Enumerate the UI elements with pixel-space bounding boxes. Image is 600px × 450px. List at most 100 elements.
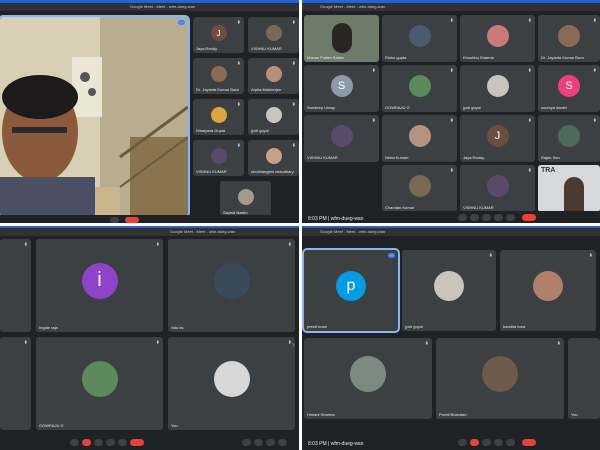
participant-name: Manas Pratim Saikia — [307, 55, 344, 60]
participant-tile[interactable]: ⇞ Dr. Jayanta Kumar Bora — [193, 58, 244, 94]
meet-window-top-right: Google Meet - Meet - wfm-dueg-wan Manas … — [300, 0, 600, 225]
camera-off-icon[interactable] — [82, 439, 91, 446]
participant-tile[interactable]: Manas Pratim Saikia — [304, 15, 379, 62]
avatar — [213, 360, 250, 397]
more-icon[interactable] — [506, 439, 515, 446]
participant-name: preeti bose — [307, 324, 327, 329]
participant-tile[interactable]: You — [568, 338, 600, 419]
participant-tile[interactable]: ⇞ VISHNU KUMAR — [304, 115, 379, 162]
more-icon[interactable]: ⋯ — [178, 20, 185, 25]
participant-tile[interactable]: p ⋯ preeti bose — [302, 248, 400, 333]
participant-tile[interactable]: ⇞ VISHNU KUMAR — [193, 140, 244, 176]
participant-tile[interactable]: ⇞ VISHNU KUMAR — [460, 165, 535, 212]
captions-icon[interactable] — [482, 439, 491, 446]
avatar — [558, 125, 580, 148]
participant-tile[interactable]: ⇞ Rajan Sen — [538, 115, 600, 162]
chat-icon[interactable] — [266, 439, 275, 446]
participant-tile[interactable]: ⇞ shubhangeni chaudhary — [248, 140, 299, 176]
participant-tile[interactable]: ⇞ Niharjana Gupta — [193, 99, 244, 135]
participant-tile[interactable]: ⇞ jyoti goyal — [402, 250, 496, 331]
mic-off-icon: ⇞ — [155, 242, 160, 248]
mic-off-icon: ⇞ — [449, 168, 454, 174]
end-call-icon[interactable] — [522, 214, 536, 221]
browser-tab-bar: Google Meet - Meet - wfm-dueg-wan — [300, 3, 600, 11]
mic-off-icon: ⇞ — [155, 340, 160, 346]
participant-name: Rinku gupta — [385, 55, 407, 60]
participant-tile[interactable]: Sayedi Nasim — [220, 181, 271, 217]
avatar — [210, 107, 227, 124]
avatar — [486, 75, 509, 98]
mic-off-icon: ⇞ — [527, 168, 532, 174]
more-icon[interactable] — [506, 214, 515, 221]
camera-icon[interactable] — [470, 214, 479, 221]
participant-tile[interactable]: ⇞ — [0, 239, 31, 332]
activities-icon[interactable] — [278, 439, 287, 446]
captions-icon[interactable] — [94, 439, 103, 446]
end-call-icon[interactable] — [130, 439, 144, 446]
more-icon[interactable] — [118, 439, 127, 446]
participant-tile[interactable]: ⇞ jyoti goyal — [460, 65, 535, 112]
mic-icon[interactable] — [70, 439, 79, 446]
participant-name: Preeti Bhandari — [439, 412, 467, 417]
participant-tile[interactable]: ⇞ Rinku gupta — [382, 15, 457, 62]
participant-tile[interactable]: ⇞ Neha Kumari — [382, 115, 457, 162]
participant-tile[interactable]: ⇞ Chandan Kumar — [382, 165, 457, 212]
participant-tile[interactable]: J ⇞ Jaya Reddy — [460, 115, 535, 162]
present-icon[interactable] — [106, 439, 115, 446]
participant-tile[interactable]: J ⇞ Jaya Reddy — [193, 17, 244, 53]
participant-tile[interactable]: ⇞ Dr. Jayanta Kumar Bora — [538, 15, 600, 62]
participant-name: GOWRAJU G — [385, 105, 410, 110]
mic-off-icon: ⇞ — [23, 340, 28, 346]
participant-tile[interactable]: ⇞ jyoti goyal — [248, 99, 299, 135]
participant-tile[interactable]: ⇞ GOWRAJU G — [36, 337, 163, 430]
more-icon[interactable]: ⋯ — [388, 253, 395, 258]
camera-off-icon[interactable] — [470, 439, 479, 446]
participant-tile[interactable]: ⇞ Khushbu Sharma — [460, 15, 535, 62]
participant-tile[interactable]: ⇞ Preeti Bhandari — [436, 338, 564, 419]
avatar — [408, 125, 431, 148]
mic-off-icon: ⇞ — [371, 68, 376, 74]
meet-window-top-left: Google Meet - Meet - wfm-dueg-wan ⋯ J ⇞ … — [0, 0, 300, 225]
present-icon[interactable] — [494, 214, 503, 221]
participant-tile[interactable]: ⇞ VISHNU KUMAR — [248, 17, 299, 53]
participant-tile[interactable]: ⇞ vidu ks — [168, 239, 295, 332]
avatar: S — [558, 75, 580, 98]
participant-video-tile[interactable]: TRA — [538, 165, 600, 212]
call-controls: 8:03 PM | wfm-dueg-wan — [300, 436, 600, 450]
participant-name: Ingale raja — [39, 325, 58, 330]
mic-off-icon: ⇞ — [236, 143, 241, 149]
info-icon[interactable] — [242, 439, 251, 446]
participant-tile[interactable]: ⇞ You — [168, 337, 295, 430]
people-icon[interactable] — [254, 439, 263, 446]
meeting-time: 8:03 PM — [308, 216, 327, 222]
end-call-icon[interactable] — [522, 439, 536, 446]
presenter-video[interactable]: ⋯ — [0, 15, 190, 218]
participant-tile[interactable]: ⇞ Himani Sharma — [304, 338, 432, 419]
participant-name: Dr. Jayanta Kumar Bora — [541, 55, 584, 60]
participant-tile[interactable]: ⇞ — [0, 337, 31, 430]
avatar — [265, 66, 282, 83]
participant-video — [564, 177, 584, 212]
avatar — [237, 189, 254, 206]
participant-name: jyoti goyal — [463, 105, 481, 110]
participant-name: Niharjana Gupta — [196, 128, 226, 133]
participant-tile[interactable]: S ⇞ Sandeep Umap — [304, 65, 379, 112]
avatar — [213, 262, 250, 299]
participant-tile[interactable]: ⇞ GOWRAJU G — [382, 65, 457, 112]
participant-tile[interactable]: S ⇞ soumya daniel — [538, 65, 600, 112]
participant-tile[interactable]: i ⇞ Ingale raja — [36, 239, 163, 332]
mic-icon[interactable] — [458, 214, 467, 221]
avatar — [265, 25, 282, 42]
participant-tile[interactable]: ⇞ Arpita Mukherjee — [248, 58, 299, 94]
captions-icon[interactable] — [482, 214, 491, 221]
chevron-right-icon[interactable]: › — [292, 340, 295, 349]
presenter-room-image — [0, 17, 188, 216]
participant-name: Sandeep Umap — [307, 105, 335, 110]
present-icon[interactable] — [494, 439, 503, 446]
participant-tile[interactable]: ⇞ bandita bora — [500, 250, 596, 331]
mic-off-icon: ⇞ — [556, 341, 561, 347]
mic-icon[interactable] — [458, 439, 467, 446]
participant-name: jyoti goyal — [405, 324, 423, 329]
browser-tab-bar: Google Meet - Meet - wfm-dueg-wan — [0, 228, 300, 236]
avatar — [434, 271, 464, 302]
